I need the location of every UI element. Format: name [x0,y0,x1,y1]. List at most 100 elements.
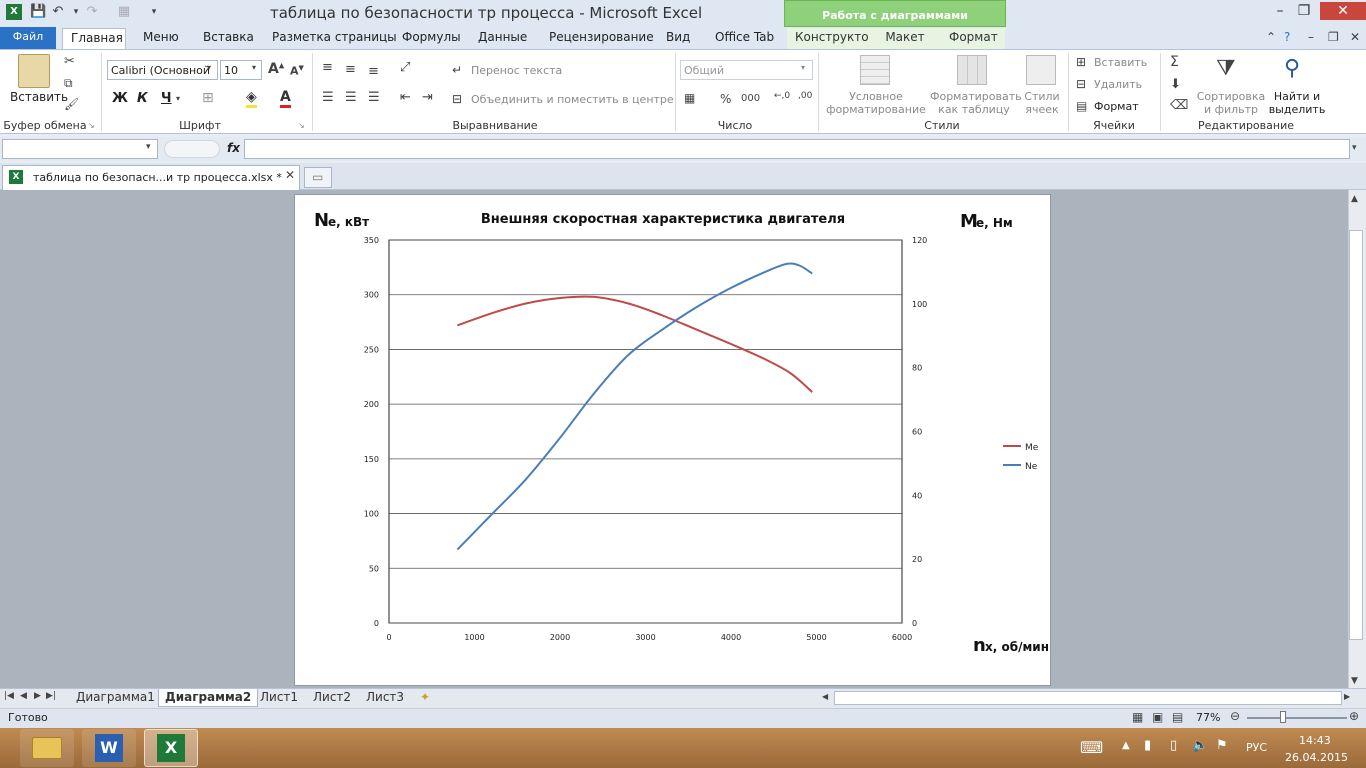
borders-icon[interactable]: ⊞ [202,90,214,106]
zoom-level[interactable]: 77% [1196,711,1220,724]
number-format-select[interactable]: Общий [680,60,813,80]
formula-input[interactable] [244,139,1350,159]
increase-indent-icon[interactable]: ⇥ [422,90,433,105]
horizontal-scrollbar[interactable] [834,691,1342,705]
tab-page-layout[interactable]: Разметка страницы [264,28,405,49]
autosum-icon[interactable]: Σ [1170,54,1179,70]
merge-icon[interactable]: ⊟ [452,92,462,106]
tab-view[interactable]: Вид [658,28,698,49]
decrease-decimal-icon[interactable]: ,00 [798,91,812,101]
formula-bar-expand-icon[interactable]: ▾ [1352,143,1357,153]
align-bottom-icon[interactable]: ≡ [368,64,379,79]
delete-cells-icon[interactable]: ⊟ [1076,77,1086,91]
first-sheet-icon[interactable]: |◀ [4,691,14,701]
doc-minimize-icon[interactable]: – [1300,28,1322,49]
fill-icon[interactable]: ⬇ [1170,77,1181,92]
font-name-dropdown-icon[interactable]: ▾ [207,63,211,72]
name-box-dropdown-icon[interactable]: ▾ [146,142,151,152]
zoom-in-icon[interactable]: ⊕ [1349,709,1359,723]
clock-date[interactable]: 26.04.2015 [1285,751,1348,764]
tab-insert[interactable]: Вставка [195,28,262,49]
last-sheet-icon[interactable]: ▶| [46,691,56,701]
volume-icon[interactable]: 🔈 [1192,738,1208,753]
undo-icon[interactable]: ↶ [50,4,66,20]
insert-function-icon[interactable]: fx [227,141,240,155]
zoom-slider-thumb[interactable] [1280,711,1286,723]
sheet-tab-diagram1[interactable]: Диаграмма1 [70,689,161,707]
document-tab[interactable]: таблица по безопасн...и тр процесса.xlsx… [2,165,300,190]
zoom-out-icon[interactable]: ⊖ [1230,709,1240,723]
wrap-text-icon[interactable]: ↵ [452,63,462,77]
name-box[interactable] [2,139,158,159]
number-format-dropdown-icon[interactable]: ▾ [801,63,805,72]
normal-view-icon[interactable]: ▦ [1132,710,1143,724]
tab-menu[interactable]: Меню [135,28,187,49]
prev-sheet-icon[interactable]: ◀ [20,691,27,701]
restore-icon[interactable]: ❐ [1294,2,1314,20]
redo-icon[interactable]: ↷ [84,4,100,20]
font-color-icon[interactable]: A [280,89,291,108]
zoom-slider[interactable] [1247,717,1347,719]
doc-close-icon[interactable]: ✕ [1342,28,1366,49]
save-icon[interactable]: 💾 [30,4,46,20]
format-cells-icon[interactable]: ▤ [1076,99,1087,113]
decrease-indent-icon[interactable]: ⇤ [400,90,411,105]
close-icon[interactable]: ✕ [1320,2,1366,20]
sheet-tab-list3[interactable]: Лист3 [360,689,410,707]
chart-area[interactable]: 0 50 100 150 200 250 300 350 0 20 40 60 80 100 120 0 1… [294,194,1051,686]
minimize-icon[interactable]: – [1270,2,1290,20]
font-launcher-icon[interactable]: ↘ [298,121,305,130]
battery-icon[interactable]: ▯ [1170,738,1177,753]
format-cells-button[interactable]: Формат [1094,100,1139,113]
cut-icon[interactable]: ✂ [64,54,75,69]
action-center-flag-icon[interactable]: ⚑ [1216,738,1228,753]
next-sheet-icon[interactable]: ▶ [34,691,41,701]
wrap-text-button[interactable]: Перенос текста [471,64,562,77]
copy-icon[interactable]: ⧉ [64,76,73,91]
conditional-format-icon[interactable] [860,55,890,85]
scroll-up-icon[interactable]: ▲ [1351,194,1358,204]
paste-button[interactable]: Вставить [10,90,68,104]
orientation-icon[interactable]: ⤢ [400,60,410,75]
align-center-icon[interactable]: ☰ [345,90,357,105]
cell-styles-button[interactable]: Стили ячеек [1020,90,1064,116]
page-layout-view-icon[interactable]: ▣ [1152,710,1163,724]
language-indicator[interactable]: РУС [1246,741,1267,754]
underline-button[interactable]: Ч [161,91,172,106]
increase-decimal-icon[interactable]: ←,0 [774,91,790,101]
vertical-scroll-thumb[interactable] [1349,230,1363,640]
font-size-dropdown-icon[interactable]: ▾ [252,63,256,72]
tab-file[interactable]: Файл [0,27,56,49]
tab-data[interactable]: Данные [470,28,535,49]
find-select-icon[interactable]: ⚲ [1284,56,1300,81]
paste-icon[interactable] [18,54,50,88]
show-hidden-icons-icon[interactable]: ▲ [1122,740,1130,751]
document-tab-close-icon[interactable]: ✕ [285,168,295,182]
clock-time[interactable]: 14:43 [1299,734,1331,747]
undo-dropdown-icon[interactable]: ▾ [68,4,84,20]
scroll-left-icon[interactable]: ◀ [822,692,828,701]
format-painter-icon[interactable]: 🖌 [64,97,79,111]
network-icon[interactable]: ▮ [1144,738,1151,753]
format-as-table-icon[interactable] [957,55,987,85]
customize-qat-icon[interactable]: ▾ [146,4,162,20]
find-select-button[interactable]: Найти и выделить [1266,90,1328,116]
formula-bar-expander[interactable] [164,140,220,158]
bold-button[interactable]: Ж [112,91,128,106]
insert-cells-icon[interactable]: ⊞ [1076,55,1086,69]
conditional-format-button[interactable]: Условное форматирование [826,90,926,116]
clear-icon[interactable]: ⌫ [1170,98,1188,113]
page-break-view-icon[interactable]: ▤ [1172,710,1183,724]
font-name-select[interactable]: Calibri (Основной [107,60,218,80]
tab-office-tab[interactable]: Office Tab [707,28,782,49]
italic-button[interactable]: К [137,91,148,106]
sheet-tab-list1[interactable]: Лист1 [254,689,304,707]
comma-format-icon[interactable]: 000 [741,93,760,104]
format-as-table-button[interactable]: Форматировать как таблицу [930,90,1022,116]
clipboard-launcher-icon[interactable]: ↘ [88,121,95,130]
cell-styles-icon[interactable] [1026,55,1056,85]
merge-center-button[interactable]: Объединить и поместить в центре [471,93,674,106]
fill-color-icon[interactable]: ◈ [246,89,257,108]
align-right-icon[interactable]: ☰ [368,90,380,105]
currency-format-icon[interactable]: ▦ [684,91,695,105]
